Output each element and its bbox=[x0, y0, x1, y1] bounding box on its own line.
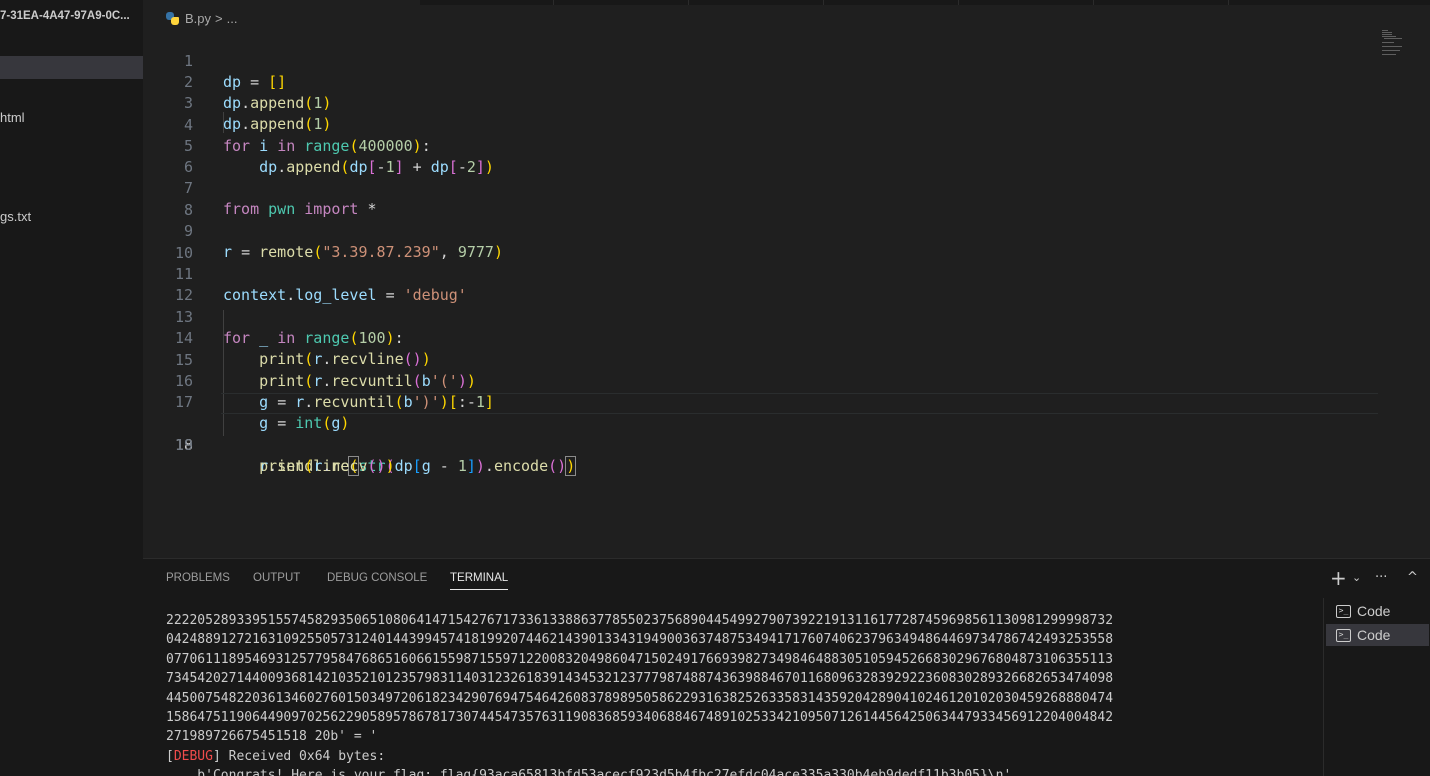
code-line[interactable]: 3 dp.append(1) bbox=[143, 72, 1383, 133]
code-line[interactable]: 4 for i in range(400000): bbox=[143, 94, 1383, 155]
editor-tab-active[interactable] bbox=[143, 0, 420, 5]
tab-problems[interactable]: PROBLEMS bbox=[166, 572, 230, 590]
collapse-panel-icon[interactable]: ^ bbox=[1407, 567, 1418, 589]
code-editor[interactable]: 1 dp = [] 2 dp.append(1) 3 dp.append(1) … bbox=[143, 28, 1430, 558]
code-line-current[interactable]: 18 r.sendline(str(dp[g - 1]).encode()) bbox=[143, 393, 1383, 476]
terminal-line: 7345420271440093681421035210123579831140… bbox=[166, 671, 1114, 687]
line-number: 19 bbox=[174, 436, 193, 454]
code-line[interactable]: 1 dp = [] bbox=[143, 30, 1383, 91]
breadcrumb: B.py > ... bbox=[166, 9, 237, 27]
more-actions-icon[interactable]: ··· bbox=[1375, 567, 1387, 589]
terminal-debug-line: [DEBUG] Received 0x64 bytes: bbox=[166, 748, 386, 764]
terminal-line: 4450075482203613460276015034972061823429… bbox=[166, 690, 1114, 706]
debug-tag: DEBUG bbox=[173, 748, 213, 764]
tab-debug-console[interactable]: DEBUG CONSOLE bbox=[327, 572, 427, 590]
code-line[interactable]: 5 dp.append(dp[-1] + dp[-2]) bbox=[143, 115, 1383, 176]
code-line[interactable]: 19 print(r.recv()) bbox=[143, 414, 1383, 475]
current-line-highlight bbox=[221, 393, 1378, 414]
python-file-icon bbox=[166, 11, 179, 25]
breadcrumb-file[interactable]: B.py bbox=[185, 11, 211, 26]
explorer-item-selected[interactable] bbox=[0, 56, 143, 79]
chevron-down-icon[interactable]: ⌄ bbox=[1352, 567, 1361, 589]
terminal-icon: >_ bbox=[1336, 604, 1351, 618]
code-line[interactable]: 12 bbox=[143, 264, 1383, 304]
code-line[interactable]: 17 g = int(g) bbox=[143, 371, 1383, 432]
code-line[interactable]: 14 print(r.recvline()) bbox=[143, 307, 1383, 368]
code-line[interactable]: 7 from pwn import * bbox=[143, 157, 1383, 218]
explorer-item-txt[interactable]: gs.txt bbox=[0, 209, 31, 229]
terminal-instance-selected[interactable]: >_ Code bbox=[1326, 624, 1429, 646]
tab-output[interactable]: OUTPUT bbox=[253, 572, 300, 590]
minimap[interactable] bbox=[1382, 30, 1410, 56]
chevron-right-icon: > bbox=[215, 10, 223, 26]
terminal-line: 0770611189546931257795847686516066155987… bbox=[166, 651, 1114, 667]
code-line[interactable]: 8 bbox=[143, 179, 1383, 219]
code-line[interactable]: 15 print(r.recvuntil(b'(')) bbox=[143, 329, 1383, 390]
new-terminal-button[interactable]: + bbox=[1330, 567, 1347, 589]
explorer-folder-title[interactable]: 7-31EA-4A47-97A9-0C... bbox=[0, 10, 130, 26]
code-line[interactable]: 13 for _ in range(100): bbox=[143, 286, 1383, 347]
explorer-item-html[interactable]: html bbox=[0, 110, 25, 130]
explorer-sidebar: 7-31EA-4A47-97A9-0C... html gs.txt bbox=[0, 0, 143, 776]
breadcrumb-symbols[interactable]: ... bbox=[227, 11, 238, 26]
terminal-output[interactable]: 2222052893395155745829350651080641471542… bbox=[166, 611, 1316, 776]
terminal-icon: >_ bbox=[1336, 628, 1351, 642]
tab-terminal[interactable]: TERMINAL bbox=[450, 572, 509, 590]
terminal-line: 1586475119064490970256229058957867817307… bbox=[166, 710, 1114, 726]
code-line[interactable]: 9 r = remote("3.39.87.239", 9777) bbox=[143, 200, 1383, 261]
code-line[interactable]: 11 context.log_level = 'debug' bbox=[143, 243, 1383, 304]
terminal-line: 0424889127216310925505731240144399457418… bbox=[166, 632, 1114, 648]
bottom-panel: PROBLEMS OUTPUT DEBUG CONSOLE TERMINAL +… bbox=[143, 558, 1430, 776]
terminal-line: 2222052893395155745829350651080641471542… bbox=[166, 613, 1114, 628]
terminal-list: >_ Code >_ Code bbox=[1323, 598, 1430, 776]
terminal-line: 271989726675451518 20b' = ' bbox=[166, 729, 378, 745]
code-line[interactable]: 2 dp.append(1) bbox=[143, 51, 1383, 112]
terminal-flag-line: b'Congrats! Here is your flag: flag{93ac… bbox=[166, 768, 1012, 776]
terminal-instance[interactable]: >_ Code bbox=[1326, 600, 1429, 622]
code-line[interactable]: 10 bbox=[143, 222, 1383, 262]
code-line[interactable]: 16 g = r.recvuntil(b')')[:-1] bbox=[143, 350, 1383, 411]
code-line[interactable]: 6 bbox=[143, 136, 1383, 176]
